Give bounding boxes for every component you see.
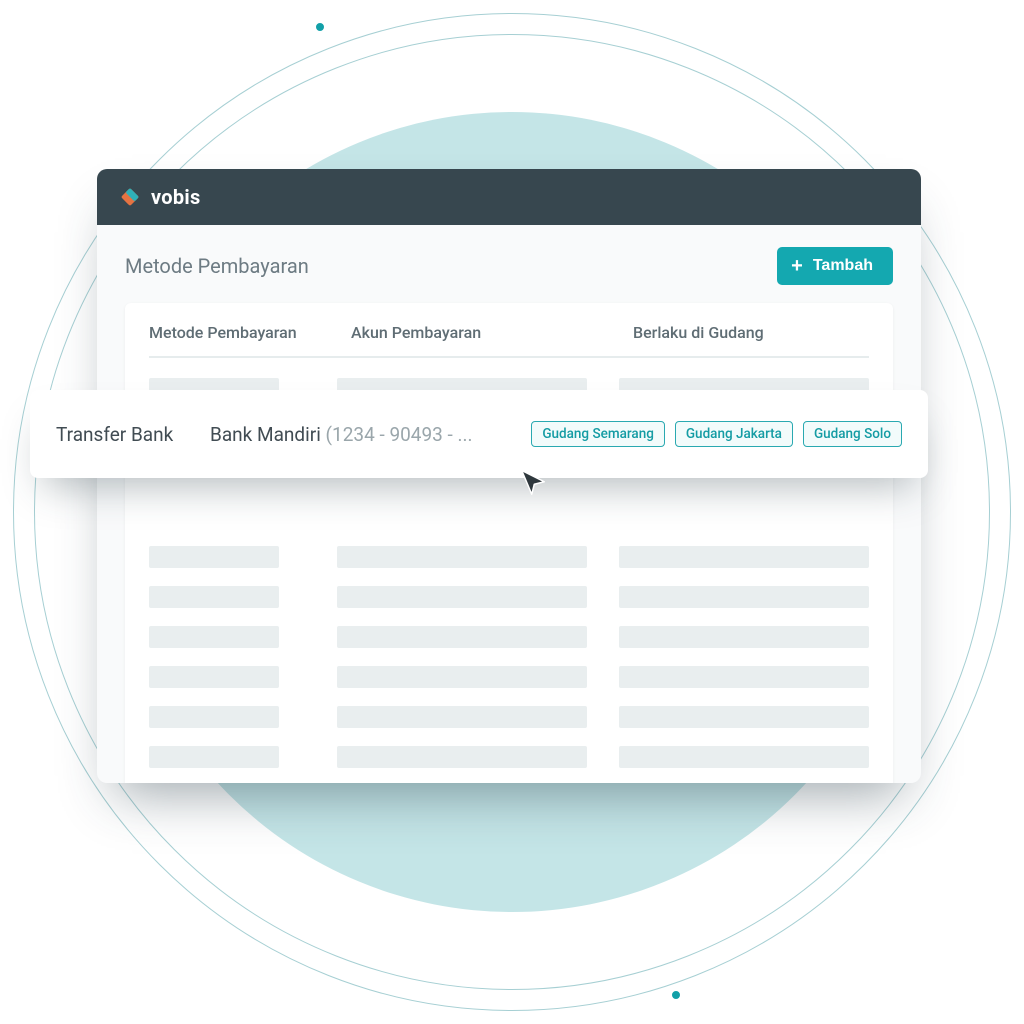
- table-row[interactable]: [149, 746, 869, 768]
- warehouse-chip[interactable]: Gudang Semarang: [531, 421, 665, 447]
- placeholder-cell: [337, 746, 587, 768]
- warehouse-chip-group: Gudang Semarang Gudang Jakarta Gudang So…: [531, 421, 902, 447]
- placeholder-cell: [337, 586, 587, 608]
- table-row[interactable]: [149, 626, 869, 648]
- titlebar: vobis: [97, 169, 921, 225]
- placeholder-cell: [337, 706, 587, 728]
- warehouse-chip[interactable]: Gudang Solo: [803, 421, 902, 447]
- row-account-name: Bank Mandiri: [210, 423, 321, 446]
- placeholder-cell: [337, 666, 587, 688]
- placeholder-cell: [149, 746, 279, 768]
- placeholder-cell: [619, 626, 869, 648]
- col-header-warehouses: Berlaku di Gudang: [633, 323, 869, 342]
- col-header-method: Metode Pembayaran: [149, 323, 319, 342]
- row-account: Bank Mandiri (1234 - 90493 - ...: [210, 423, 473, 446]
- placeholder-cell: [337, 626, 587, 648]
- placeholder-cell: [619, 706, 869, 728]
- logo-icon: [119, 186, 141, 208]
- plus-icon: +: [791, 256, 803, 276]
- placeholder-cell: [149, 586, 279, 608]
- placeholder-cell: [619, 666, 869, 688]
- placeholder-cell: [337, 546, 587, 568]
- placeholder-cell: [149, 626, 279, 648]
- placeholder-cell: [619, 586, 869, 608]
- add-button-label: Tambah: [813, 257, 873, 275]
- row-method: Transfer Bank: [56, 423, 186, 446]
- table-row[interactable]: [149, 666, 869, 688]
- table-row[interactable]: [149, 586, 869, 608]
- orbit-dot: [668, 987, 684, 1003]
- table-card: Metode Pembayaran Akun Pembayaran Berlak…: [125, 303, 893, 783]
- app-name: vobis: [151, 185, 201, 209]
- add-button[interactable]: + Tambah: [777, 247, 893, 285]
- table-row[interactable]: [149, 546, 869, 568]
- placeholder-cell: [149, 666, 279, 688]
- table-header-row: Metode Pembayaran Akun Pembayaran Berlak…: [149, 323, 869, 358]
- warehouse-chip[interactable]: Gudang Jakarta: [675, 421, 793, 447]
- highlighted-row[interactable]: Transfer Bank Bank Mandiri (1234 - 90493…: [30, 390, 928, 478]
- col-header-account: Akun Pembayaran: [351, 323, 601, 342]
- placeholder-cell: [619, 546, 869, 568]
- placeholder-cell: [149, 546, 279, 568]
- table-row[interactable]: [149, 706, 869, 728]
- placeholder-cell: [619, 746, 869, 768]
- page-title: Metode Pembayaran: [125, 254, 309, 278]
- cursor-icon: [518, 468, 548, 498]
- row-account-number: (1234 - 90493 - ...: [326, 423, 473, 446]
- orbit-dot: [312, 19, 328, 35]
- placeholder-cell: [149, 706, 279, 728]
- page-header: Metode Pembayaran + Tambah: [97, 225, 921, 303]
